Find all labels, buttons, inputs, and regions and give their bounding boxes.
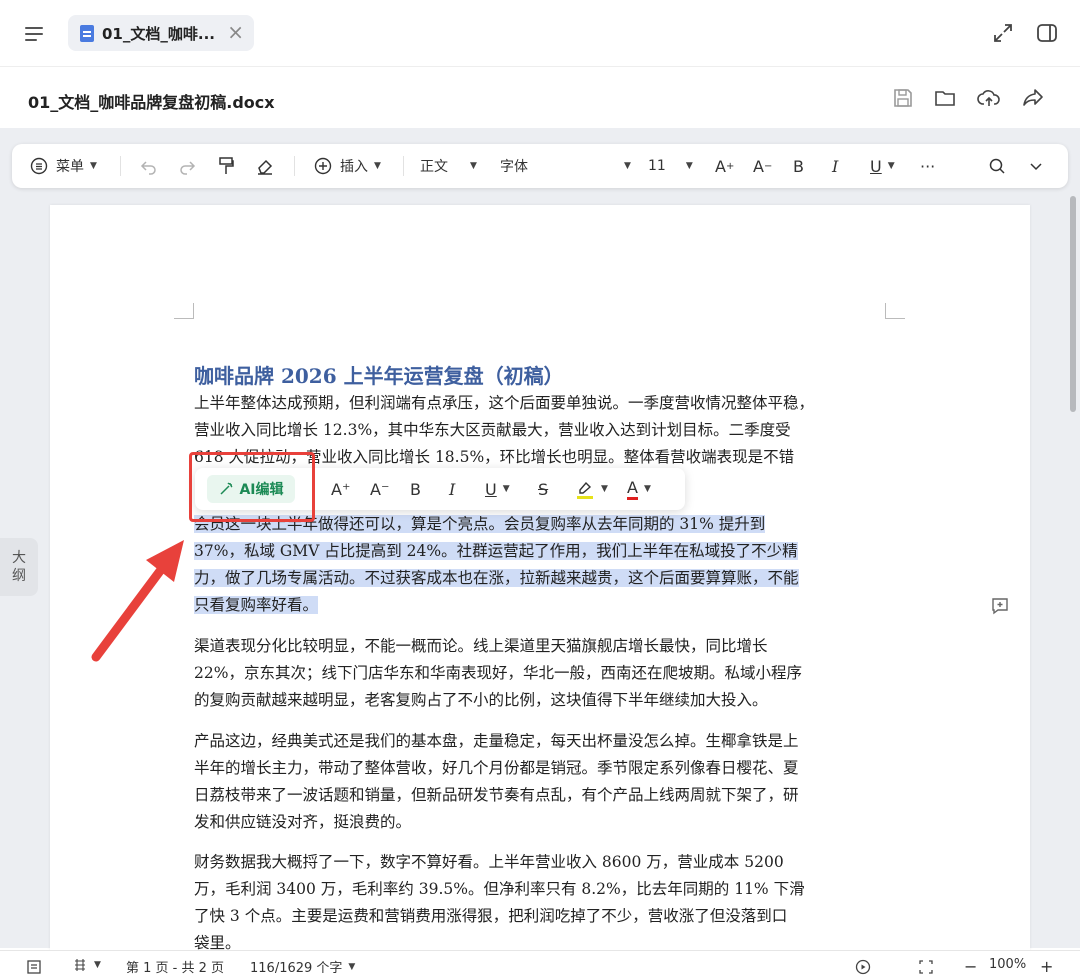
document-tab[interactable]: 01_文档_咖啡... × (68, 15, 254, 51)
tab-label: 01_文档_咖啡... (102, 24, 215, 43)
shrink-font-button[interactable]: A − (753, 144, 772, 188)
text-line: 万，毛利润 3400 万，毛利率约 39.5%。但净利率只有 8.2%，比去年同… (194, 880, 805, 898)
word-count-label: 116/1629 个字 (250, 961, 343, 976)
selected-text: 只看复购率好看。 (194, 596, 319, 614)
grow-font-button[interactable]: A + (715, 144, 734, 188)
page-view-icon[interactable] (26, 959, 42, 975)
mini-grow-font-button[interactable]: A⁺ (331, 468, 350, 510)
text-line: 日荔枝带来了一波话题和销量，但新品研发节奏有点乱，有个产品上线两周就下架了，研 (194, 786, 799, 804)
tab-close-icon[interactable]: × (227, 21, 244, 43)
format-painter-icon[interactable] (217, 156, 235, 176)
font-family-value: 字体 (500, 159, 528, 175)
undo-icon[interactable] (140, 157, 158, 175)
text-line: 22%，京东其次；线下门店华东和华南表现好，华北一般，西南还在爬坡期。私域小程序 (194, 664, 802, 682)
insert-button[interactable]: 插入 ▼ (314, 144, 381, 188)
view-mode-select[interactable]: ▼ (72, 957, 101, 973)
tab-bar: 01_文档_咖啡... × (0, 0, 1080, 66)
margin-corner-right (885, 303, 905, 319)
mini-italic-button[interactable]: I (449, 468, 455, 510)
mini-underline-button[interactable]: U ▼ (485, 468, 510, 510)
text-line: 发和供应链没对齐，挺浪费的。 (194, 813, 412, 831)
paragraph-3[interactable]: 渠道表现分化比较明显，不能一概而论。线上渠道里天猫旗舰店增长最快，同比增长 22… (194, 633, 894, 714)
status-bar: ▼ 第 1 页 - 共 2 页 116/1629 个字 ▼ − 100% + (0, 950, 1080, 976)
text-line: 力，做了几场专属活动。不过获客成本也在涨，拉新越来越贵，这个后面要算算账，不能 (194, 565, 894, 592)
font-size-select[interactable]: 11 ▼ (648, 144, 693, 188)
share-icon[interactable] (1020, 85, 1046, 111)
italic-button[interactable]: I (832, 144, 838, 188)
formatting-toolbar: 菜单 ▼ 插入 ▼ 正文 ▼ 字体 ▼ 11 ▼ A + A − B I U ▼… (12, 144, 1068, 188)
underline-button[interactable]: U ▼ (870, 144, 895, 188)
word-count[interactable]: 116/1629 个字 ▼ (250, 957, 355, 976)
scrollbar-thumb[interactable] (1070, 196, 1076, 412)
fit-width-icon[interactable] (918, 959, 934, 975)
file-header: 01_文档_咖啡品牌复盘初稿.docx (0, 66, 1080, 128)
zoom-in-button[interactable]: + (1040, 957, 1053, 976)
menu-label: 菜单 (56, 159, 84, 175)
text-line: 的复购贡献越来越明显，老客复购占了不小的比例，这块值得下半年继续加大投入。 (194, 691, 768, 709)
menu-circle-icon (30, 157, 48, 175)
text-line: 只看复购率好看。 (194, 592, 894, 619)
eraser-icon[interactable] (255, 157, 275, 175)
font-family-select[interactable]: 字体 ▼ (500, 144, 631, 188)
text-line: 渠道表现分化比较明显，不能一概而论。线上渠道里天猫旗舰店增长最快，同比增长 (194, 637, 768, 655)
add-comment-icon[interactable] (990, 596, 1010, 616)
text-line: 37%，私域 GMV 占比提高到 24%。社群运营起了作用，我们上半年在私域投了… (194, 538, 894, 565)
folder-icon[interactable] (932, 85, 958, 111)
text-line: 产品这边，经典美式还是我们的基本盘，走量稳定，每天出杯量没怎么掉。生椰拿铁是上 (194, 732, 799, 750)
text-line: 财务数据我大概捋了一下，数字不算好看。上半年营业收入 8600 万，营业成本 5… (194, 853, 784, 871)
mini-highlight-button[interactable]: ▼ (575, 468, 608, 510)
insert-label: 插入 (340, 159, 368, 175)
paragraph-style-value: 正文 (420, 159, 448, 175)
zoom-out-button[interactable]: − (964, 957, 977, 976)
menu-button[interactable]: 菜单 ▼ (30, 144, 97, 188)
font-color-label: A (627, 478, 638, 500)
search-icon[interactable] (988, 157, 1006, 175)
selected-text: 37%，私域 GMV 占比提高到 24%。社群运营起了作用，我们上半年在私域投了… (194, 542, 798, 560)
margin-corner-left (174, 303, 194, 319)
plus-circle-icon (314, 157, 332, 175)
mini-strikethrough-button[interactable]: S (538, 468, 548, 510)
mini-font-color-button[interactable]: A ▼ (627, 468, 651, 510)
annotation-highlight-box (189, 452, 315, 522)
layout-icon (75, 959, 85, 971)
text-line: 营业收入同比增长 12.3%，其中华东大区贡献最大，营业收入达到计划目标。二季度… (194, 421, 791, 439)
paragraph-5[interactable]: 财务数据我大概捋了一下，数字不算好看。上半年营业收入 8600 万，营业成本 5… (194, 849, 894, 957)
play-icon[interactable] (855, 959, 871, 975)
text-line: 了快 3 个点。主要是运费和营销费用涨得狠，把利润吃掉了不少，营收涨了但没落到口 (194, 907, 788, 925)
mini-shrink-font-button[interactable]: A⁻ (370, 468, 389, 510)
paragraph-2-selected[interactable]: 会员这一块上半年做得还可以，算是个亮点。会员复购率从去年同期的 31% 提升到 … (194, 511, 894, 619)
outline-label-1: 大 (12, 550, 26, 566)
outline-tab[interactable]: 大 纲 (0, 538, 38, 596)
expand-icon[interactable] (990, 20, 1016, 46)
text-line: 半年的增长主力，带动了整体营收，好几个月份都是销冠。季节限定系列像春日樱花、夏 (194, 759, 799, 777)
paragraph-style-select[interactable]: 正文 ▼ (420, 144, 477, 188)
file-name: 01_文档_咖啡品牌复盘初稿.docx (28, 93, 275, 112)
hamburger-menu-icon[interactable] (18, 18, 50, 50)
text-line: 上半年整体达成预期，但利润端有点承压，这个后面要单独说。一季度营收情况整体平稳， (194, 394, 815, 412)
document-icon (80, 24, 94, 42)
more-button[interactable]: ··· (920, 144, 935, 188)
mini-underline-label: U (485, 479, 497, 499)
cloud-upload-icon[interactable] (976, 85, 1002, 111)
sidebar-toggle-icon[interactable] (1034, 20, 1060, 46)
zoom-level[interactable]: 100% (989, 957, 1026, 972)
outline-label-2: 纲 (12, 568, 26, 584)
document-title[interactable]: 咖啡品牌 2026 上半年运营复盘（初稿） (194, 360, 564, 389)
redo-icon[interactable] (178, 157, 196, 175)
paragraph-4[interactable]: 产品这边，经典美式还是我们的基本盘，走量稳定，每天出杯量没怎么掉。生椰拿铁是上 … (194, 728, 894, 836)
bold-button[interactable]: B (793, 144, 804, 188)
save-icon[interactable] (890, 85, 916, 111)
highlighter-icon (577, 481, 593, 499)
chevron-down-icon[interactable] (1028, 158, 1044, 174)
underline-label: U (870, 156, 882, 176)
page-indicator: 第 1 页 - 共 2 页 (126, 961, 225, 976)
mini-bold-button[interactable]: B (410, 468, 421, 510)
selected-text: 力，做了几场专属活动。不过获客成本也在涨，拉新越来越贵，这个后面要算算账，不能 (194, 569, 799, 587)
font-size-value: 11 (648, 158, 666, 174)
